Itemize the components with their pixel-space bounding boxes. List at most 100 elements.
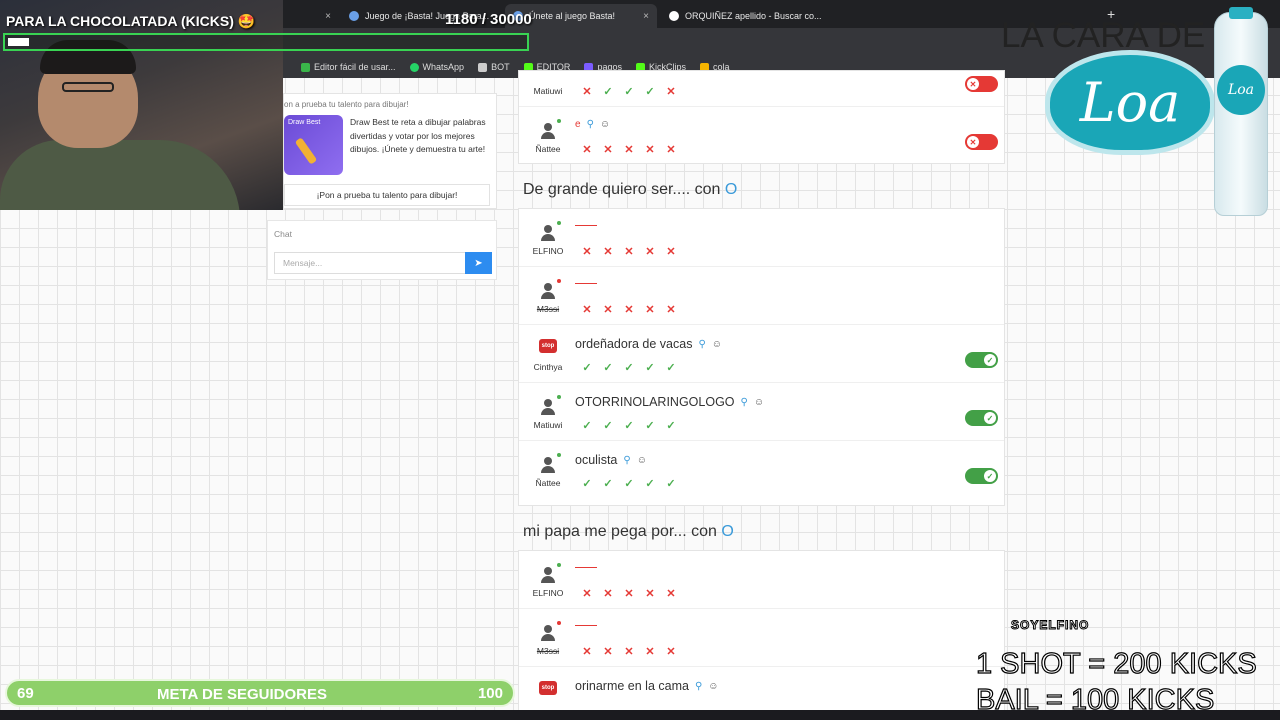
ad-image[interactable]: Draw Best xyxy=(284,115,343,175)
close-tab-icon[interactable]: × xyxy=(643,11,649,22)
answer-text: OTORRINOLARINGOLOGO ⚲ ☺ xyxy=(575,395,764,409)
results-card-section-1: ELFINO ✕ ✕ ✕ ✕ ✕ M3ssi ✕ ✕ ✕ ✕ ✕ stop Ci… xyxy=(518,208,1005,506)
emoji-icon[interactable]: ☺ xyxy=(600,119,610,130)
vote-accept-icon[interactable]: ✓ xyxy=(663,476,679,490)
vote-reject-icon[interactable]: ✕ xyxy=(642,644,658,658)
answer-text: e ⚲ ☺ xyxy=(575,119,610,130)
answer-toggle[interactable]: ✕ xyxy=(965,134,998,150)
google-icon xyxy=(669,11,679,21)
search-icon[interactable]: ⚲ xyxy=(587,119,594,130)
vote-reject-icon[interactable]: ✕ xyxy=(663,244,679,258)
vote-accept-icon[interactable]: ✓ xyxy=(600,360,616,374)
vote-accept-icon[interactable]: ✓ xyxy=(600,476,616,490)
emoji-icon[interactable]: ☺ xyxy=(712,339,722,350)
browser-tab-1[interactable]: × xyxy=(283,4,339,28)
bookmark-bot[interactable]: BOT xyxy=(478,62,510,72)
vote-reject-icon[interactable]: ✕ xyxy=(579,586,595,600)
vote-accept-icon[interactable]: ✓ xyxy=(642,360,658,374)
vote-list: ✕ ✕ ✕ ✕ ✕ xyxy=(579,644,679,658)
close-tab-icon[interactable]: × xyxy=(325,11,331,22)
vote-reject-icon[interactable]: ✕ xyxy=(663,644,679,658)
search-icon[interactable]: ⚲ xyxy=(695,681,702,692)
vote-reject-icon[interactable]: ✕ xyxy=(600,142,616,156)
vote-accept-icon[interactable]: ✓ xyxy=(621,360,637,374)
vote-reject-icon[interactable]: ✕ xyxy=(621,142,637,156)
vote-accept-icon[interactable]: ✓ xyxy=(621,418,637,432)
stream-goal-title: PARA LA CHOCOLATADA (KICKS) 🤩 xyxy=(6,13,256,29)
player-name: M3ssi xyxy=(536,646,560,656)
vote-reject-icon[interactable]: ✕ xyxy=(663,586,679,600)
bottle-label-text: Loa xyxy=(1227,82,1255,98)
answer-toggle[interactable]: ✓ xyxy=(965,468,998,484)
vote-reject-icon[interactable]: ✕ xyxy=(621,244,637,258)
toggle-x-icon: ✕ xyxy=(967,78,979,90)
vote-reject-icon[interactable]: ✕ xyxy=(663,84,679,98)
vote-reject-icon[interactable]: ✕ xyxy=(579,302,595,316)
answer-toggle[interactable]: ✓ xyxy=(965,410,998,426)
emoji-icon[interactable]: ☺ xyxy=(637,455,647,466)
answer-toggle[interactable]: ✓ xyxy=(965,352,998,368)
player-row: Ñattee oculista ⚲ ☺ ✓ ✓ ✓ ✓ ✓ ✓ xyxy=(519,441,1004,499)
emoji-icon[interactable]: ☺ xyxy=(708,681,718,692)
answer-text xyxy=(575,563,597,568)
send-message-button[interactable]: ➤ xyxy=(465,252,492,274)
vote-reject-icon[interactable]: ✕ xyxy=(600,644,616,658)
vote-reject-icon[interactable]: ✕ xyxy=(621,644,637,658)
ad-text: Draw Best te reta a dibujar palabras div… xyxy=(350,117,486,154)
emoji-icon[interactable]: ☺ xyxy=(754,397,764,408)
vote-reject-icon[interactable]: ✕ xyxy=(579,244,595,258)
vote-reject-icon[interactable]: ✕ xyxy=(621,302,637,316)
vote-reject-icon[interactable]: ✕ xyxy=(600,586,616,600)
bookmark-whatsapp[interactable]: WhatsApp xyxy=(409,62,464,72)
follower-goal-bar: 69 META DE SEGUIDORES 100 xyxy=(5,679,515,707)
vote-reject-icon[interactable]: ✕ xyxy=(663,302,679,316)
search-icon[interactable]: ⚲ xyxy=(698,339,705,350)
vote-accept-icon[interactable]: ✓ xyxy=(663,360,679,374)
vote-accept-icon[interactable]: ✓ xyxy=(621,476,637,490)
browser-tab-search[interactable]: ORQUIÑEZ apellido - Buscar co... × xyxy=(661,4,825,28)
ad-cta-button[interactable]: ¡Pon a prueba tu talento para dibujar! xyxy=(284,184,490,206)
vote-accept-icon[interactable]: ✓ xyxy=(579,360,595,374)
vote-reject-icon[interactable]: ✕ xyxy=(600,302,616,316)
vote-reject-icon[interactable]: ✕ xyxy=(600,244,616,258)
vote-accept-icon[interactable]: ✓ xyxy=(579,418,595,432)
toggle-check-icon: ✓ xyxy=(984,470,996,482)
webcam-person-shirt xyxy=(0,140,240,210)
vote-reject-icon[interactable]: ✕ xyxy=(621,586,637,600)
answer-toggle[interactable]: ✕ xyxy=(965,76,998,92)
vote-reject-icon[interactable]: ✕ xyxy=(642,302,658,316)
vote-accept-icon[interactable]: ✓ xyxy=(642,418,658,432)
answer-value: orinarme en la cama xyxy=(575,679,689,693)
player-row: ELFINO ✕ ✕ ✕ ✕ ✕ xyxy=(519,551,1004,609)
vote-reject-icon[interactable]: ✕ xyxy=(642,244,658,258)
avatar xyxy=(538,279,561,300)
avatar xyxy=(538,621,561,642)
vote-reject-icon[interactable]: ✕ xyxy=(642,586,658,600)
vote-reject-icon[interactable]: ✕ xyxy=(579,142,595,156)
vote-reject-icon[interactable]: ✕ xyxy=(663,142,679,156)
avatar xyxy=(538,563,561,584)
vote-accept-icon[interactable]: ✓ xyxy=(621,84,637,98)
vote-reject-icon[interactable]: ✕ xyxy=(579,644,595,658)
vote-accept-icon[interactable]: ✓ xyxy=(600,84,616,98)
vote-accept-icon[interactable]: ✓ xyxy=(642,84,658,98)
vote-accept-icon[interactable]: ✓ xyxy=(579,476,595,490)
water-bottle-image: Loa xyxy=(1214,7,1268,216)
vote-accept-icon[interactable]: ✓ xyxy=(642,476,658,490)
answer-value: oculista xyxy=(575,453,618,467)
vote-reject-icon[interactable]: ✕ xyxy=(642,142,658,156)
vote-reject-icon[interactable]: ✕ xyxy=(579,84,595,98)
player-name: Matiuwi xyxy=(533,86,563,96)
goal-current: 69 xyxy=(17,685,34,702)
search-icon[interactable]: ⚲ xyxy=(623,455,630,466)
chat-message-input[interactable]: Mensaje... xyxy=(274,252,466,274)
bookmark-editor[interactable]: Editor fácil de usar... xyxy=(301,62,396,72)
player-name: M3ssi xyxy=(536,304,560,314)
streamer-tag: SOYELFINO xyxy=(1010,618,1090,633)
player-name: Matiuwi xyxy=(533,420,563,430)
bottle-label: Loa xyxy=(1217,65,1265,115)
search-icon[interactable]: ⚲ xyxy=(741,397,748,408)
avatar xyxy=(538,119,561,140)
vote-accept-icon[interactable]: ✓ xyxy=(663,418,679,432)
vote-accept-icon[interactable]: ✓ xyxy=(600,418,616,432)
